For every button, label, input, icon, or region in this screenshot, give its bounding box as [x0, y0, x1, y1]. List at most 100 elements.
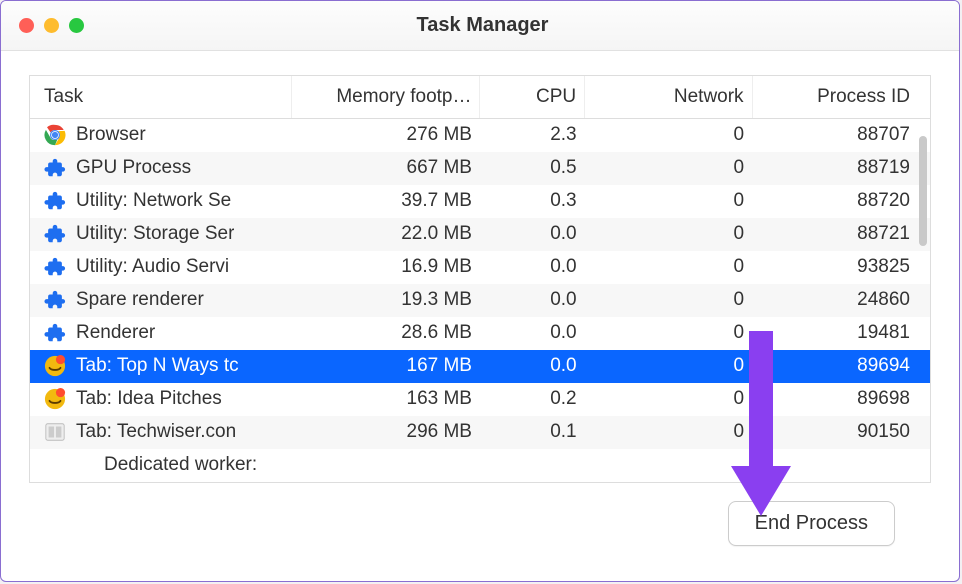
process-table-wrap: Task Memory footp… CPU Network Process I… [29, 75, 931, 483]
cell-cpu: 0.3 [480, 185, 585, 218]
cell-memory: 19.3 MB [292, 284, 480, 317]
cell-pid: 89698 [752, 383, 930, 416]
footer: End Process [29, 483, 931, 546]
cell-network: 0 [585, 317, 752, 350]
task-label: Utility: Storage Ser [76, 223, 234, 245]
cell-task: GPU Process [30, 152, 292, 185]
table-row[interactable]: Renderer 28.6 MB0.0019481 [30, 317, 930, 350]
cell-cpu: 0.0 [480, 284, 585, 317]
cell-memory: 667 MB [292, 152, 480, 185]
cell-task: Tab: Top N Ways tc [30, 350, 292, 383]
cell-memory [292, 449, 480, 482]
col-memory[interactable]: Memory footp… [292, 76, 480, 119]
cell-network: 0 [585, 119, 752, 152]
cell-pid: 24860 [752, 284, 930, 317]
end-process-button[interactable]: End Process [728, 501, 895, 546]
cell-network: 0 [585, 350, 752, 383]
table-header-row: Task Memory footp… CPU Network Process I… [30, 76, 930, 119]
table-row[interactable]: Tab: Techwiser.con296 MB0.1090150 [30, 416, 930, 449]
cell-task: Renderer [30, 317, 292, 350]
cell-memory: 167 MB [292, 350, 480, 383]
table-row[interactable]: Utility: Storage Ser 22.0 MB0.0088721 [30, 218, 930, 251]
cell-network [585, 449, 752, 482]
cell-task: Utility: Audio Servi [30, 251, 292, 284]
table-row[interactable]: Browser276 MB2.3088707 [30, 119, 930, 152]
cell-network: 0 [585, 251, 752, 284]
puzzle-icon [44, 190, 66, 212]
blank-icon [72, 454, 94, 476]
table-row[interactable]: Utility: Audio Servi 16.9 MB0.0093825 [30, 251, 930, 284]
table-row[interactable]: GPU Process 667 MB0.5088719 [30, 152, 930, 185]
task-label: Utility: Network Se [76, 190, 231, 212]
task-label: GPU Process [76, 157, 191, 179]
cell-task: Utility: Storage Ser [30, 218, 292, 251]
task-manager-window: Task Manager Task Memory footp… CPU Netw… [0, 0, 960, 582]
task-label: Dedicated worker: [104, 454, 257, 476]
task-label: Spare renderer [76, 289, 204, 311]
cell-cpu: 0.1 [480, 416, 585, 449]
cell-task: Dedicated worker: [30, 449, 292, 482]
cell-pid: 19481 [752, 317, 930, 350]
task-label: Tab: Idea Pitches [76, 388, 222, 410]
cell-pid: 90150 [752, 416, 930, 449]
cell-memory: 39.7 MB [292, 185, 480, 218]
cell-task: Utility: Network Se [30, 185, 292, 218]
task-label: Browser [76, 124, 146, 146]
cell-pid: 89694 [752, 350, 930, 383]
cell-network: 0 [585, 152, 752, 185]
chrome-icon [44, 124, 66, 146]
table-row[interactable]: Tab: Idea Pitches 163 MB0.2089698 [30, 383, 930, 416]
cell-memory: 296 MB [292, 416, 480, 449]
favicon2-icon [44, 421, 66, 443]
table-row[interactable]: Tab: Top N Ways tc 167 MB0.0089694 [30, 350, 930, 383]
cell-task: Tab: Idea Pitches [30, 383, 292, 416]
cell-cpu: 0.0 [480, 218, 585, 251]
favicon1-icon [44, 355, 66, 377]
cell-memory: 22.0 MB [292, 218, 480, 251]
cell-network: 0 [585, 218, 752, 251]
cell-cpu: 0.2 [480, 383, 585, 416]
cell-cpu: 0.0 [480, 317, 585, 350]
cell-pid: 93825 [752, 251, 930, 284]
task-label: Tab: Top N Ways tc [76, 355, 239, 377]
puzzle-icon [44, 256, 66, 278]
cell-network: 0 [585, 185, 752, 218]
cell-task: Spare renderer [30, 284, 292, 317]
cell-pid: 88719 [752, 152, 930, 185]
cell-task: Tab: Techwiser.con [30, 416, 292, 449]
process-table: Task Memory footp… CPU Network Process I… [30, 76, 930, 482]
cell-pid: 88720 [752, 185, 930, 218]
cell-cpu [480, 449, 585, 482]
cell-pid: 88721 [752, 218, 930, 251]
cell-cpu: 0.5 [480, 152, 585, 185]
cell-network: 0 [585, 383, 752, 416]
cell-cpu: 0.0 [480, 350, 585, 383]
col-cpu[interactable]: CPU [480, 76, 585, 119]
cell-cpu: 2.3 [480, 119, 585, 152]
vertical-scrollbar[interactable] [919, 136, 927, 246]
task-label: Renderer [76, 322, 155, 344]
cell-memory: 16.9 MB [292, 251, 480, 284]
col-pid[interactable]: Process ID [752, 76, 930, 119]
cell-task: Browser [30, 119, 292, 152]
cell-memory: 276 MB [292, 119, 480, 152]
cell-network: 0 [585, 416, 752, 449]
cell-memory: 163 MB [292, 383, 480, 416]
cell-pid [752, 449, 930, 482]
puzzle-icon [44, 223, 66, 245]
table-row[interactable]: Dedicated worker: [30, 449, 930, 482]
cell-memory: 28.6 MB [292, 317, 480, 350]
puzzle-icon [44, 157, 66, 179]
cell-network: 0 [585, 284, 752, 317]
favicon1-icon [44, 388, 66, 410]
window-title: Task Manager [24, 14, 941, 37]
task-label: Utility: Audio Servi [76, 256, 229, 278]
puzzle-icon [44, 322, 66, 344]
col-task[interactable]: Task [30, 76, 292, 119]
titlebar: Task Manager [1, 1, 959, 51]
content-area: Task Memory footp… CPU Network Process I… [1, 51, 959, 560]
cell-cpu: 0.0 [480, 251, 585, 284]
table-row[interactable]: Utility: Network Se 39.7 MB0.3088720 [30, 185, 930, 218]
table-row[interactable]: Spare renderer 19.3 MB0.0024860 [30, 284, 930, 317]
col-network[interactable]: Network [585, 76, 752, 119]
